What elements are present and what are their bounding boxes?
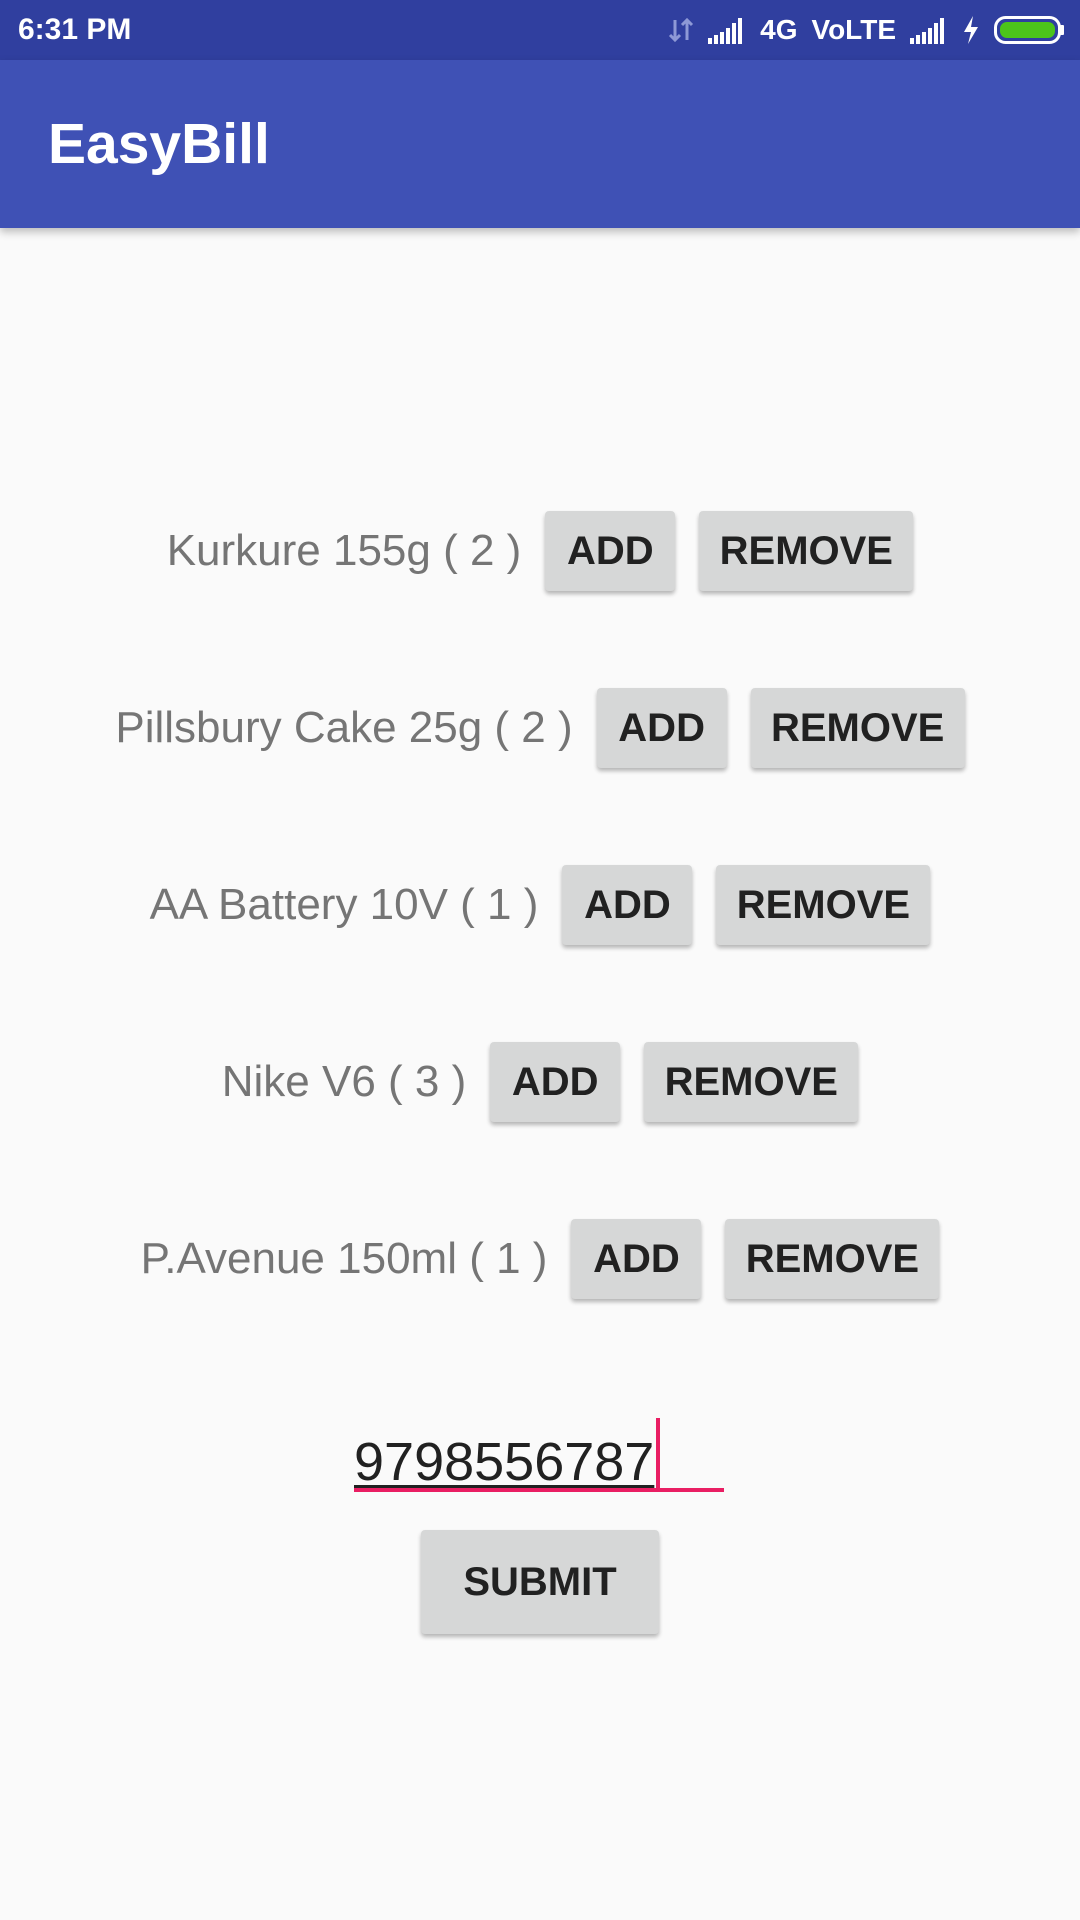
volte-text: VoLTE bbox=[811, 14, 896, 45]
status-bar: 6:31 PM 4G VoLTE bbox=[0, 0, 1080, 60]
item-row: Pillsbury Cake 25g ( 2 ) ADD REMOVE bbox=[0, 686, 1080, 770]
item-label: Nike V6 ( 3 ) bbox=[221, 1057, 467, 1106]
add-button[interactable]: ADD bbox=[596, 688, 727, 768]
add-button[interactable]: ADD bbox=[571, 1219, 702, 1299]
remove-button[interactable]: REMOVE bbox=[699, 511, 914, 591]
phone-number-input[interactable]: 9798556787 bbox=[354, 1404, 724, 1492]
signal-strength-icon-secondary bbox=[910, 16, 948, 44]
add-button[interactable]: ADD bbox=[562, 865, 693, 945]
remove-button[interactable]: REMOVE bbox=[716, 865, 931, 945]
remove-button[interactable]: REMOVE bbox=[644, 1042, 859, 1122]
add-button[interactable]: ADD bbox=[490, 1042, 621, 1122]
remove-button[interactable]: REMOVE bbox=[750, 688, 965, 768]
item-label: Kurkure 155g ( 2 ) bbox=[166, 526, 522, 575]
item-label: P.Avenue 150ml ( 1 ) bbox=[140, 1234, 548, 1283]
signal-strength-icon bbox=[708, 16, 746, 44]
remove-button[interactable]: REMOVE bbox=[725, 1219, 940, 1299]
battery-level bbox=[1000, 22, 1055, 38]
network-type-text: 4G bbox=[760, 14, 798, 45]
item-row: P.Avenue 150ml ( 1 ) ADD REMOVE bbox=[0, 1217, 1080, 1301]
status-icons: 4G VoLTE bbox=[668, 10, 1066, 50]
item-label: Pillsbury Cake 25g ( 2 ) bbox=[115, 703, 573, 752]
charging-icon bbox=[962, 15, 980, 45]
status-time: 6:31 PM bbox=[18, 13, 132, 46]
item-label: AA Battery 10V ( 1 ) bbox=[149, 880, 539, 929]
submit-button[interactable]: SUBMIT bbox=[421, 1530, 659, 1634]
battery-icon bbox=[994, 15, 1066, 45]
item-row: Nike V6 ( 3 ) ADD REMOVE bbox=[0, 1040, 1080, 1124]
app-bar: EasyBill bbox=[0, 60, 1080, 228]
text-cursor bbox=[656, 1418, 661, 1492]
item-row: Kurkure 155g ( 2 ) ADD REMOVE bbox=[0, 509, 1080, 593]
item-row: AA Battery 10V ( 1 ) ADD REMOVE bbox=[0, 863, 1080, 947]
phone-number-value: 9798556787 bbox=[354, 1418, 661, 1492]
app-title: EasyBill bbox=[48, 112, 270, 176]
data-transfer-icon bbox=[668, 16, 694, 44]
add-button[interactable]: ADD bbox=[545, 511, 676, 591]
